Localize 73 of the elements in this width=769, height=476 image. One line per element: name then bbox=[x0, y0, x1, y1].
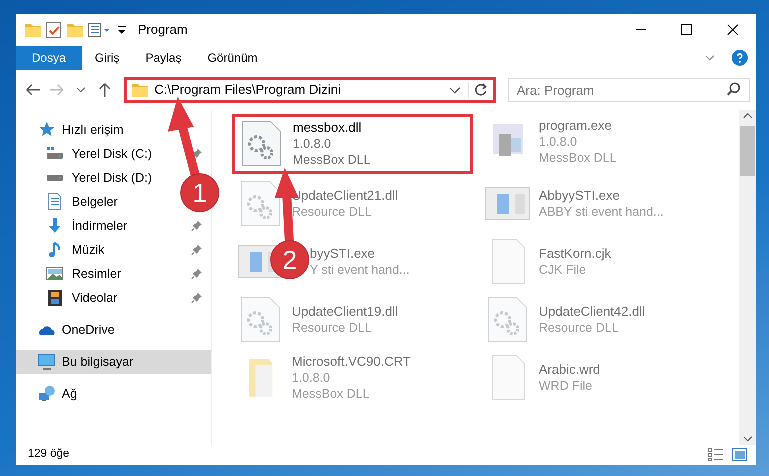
nav-item[interactable]: Hızlı erişim bbox=[16, 118, 211, 142]
details-view-icon[interactable] bbox=[708, 448, 724, 462]
file-detail: WRD File bbox=[539, 378, 594, 394]
checklist-icon bbox=[46, 21, 62, 39]
file-name: Arabic.wrd bbox=[539, 362, 600, 378]
nav-item[interactable]: OneDrive bbox=[16, 318, 211, 342]
help-icon[interactable] bbox=[732, 50, 748, 66]
file-name: FastKorn.cjk bbox=[539, 246, 612, 262]
nav-item[interactable]: Yerel Disk (D:) bbox=[46, 168, 152, 188]
file-name: messbox.dll bbox=[293, 120, 363, 136]
maximize-icon bbox=[681, 24, 693, 36]
folder-icon bbox=[24, 21, 42, 39]
drive-icon bbox=[46, 174, 64, 182]
ribbon-tab[interactable]: Paylaş bbox=[132, 46, 195, 70]
file-detail: CJK File bbox=[539, 262, 588, 278]
address-bar[interactable]: C:\Program Files\Program Dizini bbox=[124, 77, 496, 103]
search-field[interactable]: Ara: Program bbox=[508, 78, 750, 102]
scrollbar[interactable] bbox=[739, 110, 756, 445]
file-detail: Resource DLL bbox=[292, 320, 373, 336]
image-icon bbox=[46, 265, 64, 283]
close-icon bbox=[727, 24, 739, 36]
computer-icon bbox=[38, 353, 56, 371]
pin-icon bbox=[191, 244, 203, 256]
file-name: Microsoft.VC90.CRT bbox=[292, 354, 411, 370]
nav-item[interactable]: Resimler bbox=[46, 264, 203, 284]
scroll-thumb[interactable] bbox=[740, 126, 755, 176]
file-detail: Y sti event hand... bbox=[310, 262, 410, 278]
nav-item[interactable]: Ağ bbox=[16, 382, 211, 406]
file-name: UpdateClient21.dll bbox=[292, 188, 398, 204]
star-icon bbox=[38, 121, 56, 139]
file-detail: MessBox DLL bbox=[539, 150, 617, 166]
file-detail: MessBox DLL bbox=[292, 386, 371, 402]
chevron-icon bbox=[76, 86, 86, 94]
folder-icon bbox=[130, 81, 149, 99]
pin-icon bbox=[191, 292, 203, 304]
nav-item[interactable]: Bu bilgisayar bbox=[16, 350, 211, 374]
address-path: C:\Program Files\Program Dizini bbox=[154, 81, 342, 100]
file-detail: 1.0.8.0 bbox=[539, 134, 578, 150]
file-detail: Resource DLL bbox=[539, 320, 620, 336]
file-detail: ABBY sti event hand... bbox=[539, 204, 664, 220]
file-detail: 1.0.8.0 bbox=[292, 370, 332, 386]
folder-icon bbox=[66, 21, 84, 39]
nav-item[interactable]: Belgeler bbox=[46, 192, 118, 212]
document-icon bbox=[46, 193, 64, 211]
ribbon-tab[interactable]: Dosya bbox=[16, 46, 82, 70]
download-icon bbox=[46, 217, 64, 235]
file-detail: MessBox DLL bbox=[293, 152, 371, 168]
step-marker: 1 bbox=[180, 174, 220, 212]
nav-item[interactable]: Yerel Disk (C:) bbox=[46, 144, 203, 164]
nav-item[interactable]: Müzik bbox=[46, 240, 203, 260]
file-name: byySTI.exe bbox=[310, 246, 376, 262]
file-name: UpdateClient42.dll bbox=[539, 304, 646, 320]
tiles-view-icon[interactable] bbox=[732, 448, 748, 462]
nav-item[interactable]: İndirmeler bbox=[46, 216, 203, 236]
ribbon-tab[interactable]: Giriş bbox=[82, 46, 133, 70]
window-title: Program bbox=[138, 21, 188, 40]
network-icon bbox=[38, 385, 56, 403]
file-name: program.exe bbox=[539, 118, 613, 134]
file-detail: Resource DLL bbox=[292, 204, 373, 220]
step-marker: 2 bbox=[270, 240, 310, 280]
pin-icon bbox=[191, 220, 203, 232]
nav-item[interactable]: Videolar bbox=[46, 288, 203, 308]
search-icon bbox=[726, 82, 742, 98]
file-detail: 1.0.8.0 bbox=[293, 136, 332, 152]
pin-icon bbox=[191, 268, 203, 280]
film-icon bbox=[46, 289, 64, 307]
folder-icon bbox=[248, 358, 274, 398]
file-name: AbbyySTI.exe bbox=[539, 188, 621, 204]
file-name: UpdateClient19.dll bbox=[292, 304, 398, 320]
properties-icon bbox=[88, 21, 112, 39]
ribbon-tab[interactable]: Görünüm bbox=[194, 46, 271, 70]
item-count: 129 öğe bbox=[28, 447, 70, 462]
refresh-icon[interactable] bbox=[473, 82, 490, 98]
